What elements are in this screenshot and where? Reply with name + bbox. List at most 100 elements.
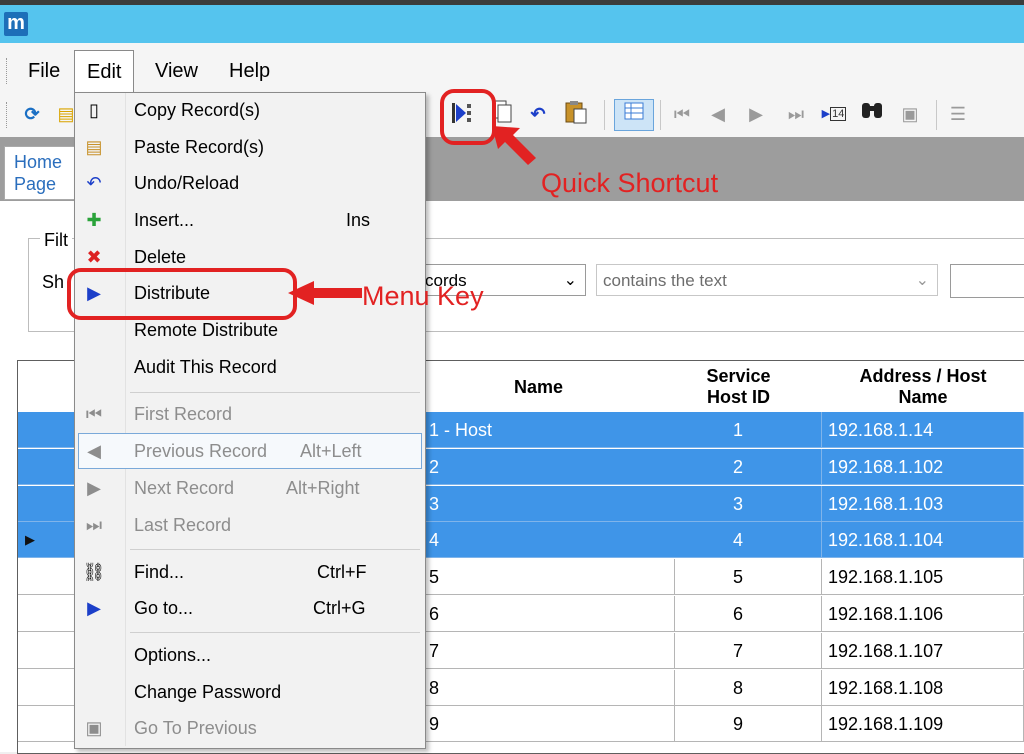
cell-name[interactable]: 7 (423, 632, 675, 669)
last-record-icon: ⏭ (85, 515, 103, 535)
menu-item-shortcut: Ctrl+F (317, 562, 367, 582)
cell-address[interactable]: 192.168.1.105 (822, 559, 1024, 596)
cell-service-host-id[interactable]: 3 (655, 485, 822, 522)
cell-address[interactable]: 192.168.1.102 (822, 448, 1024, 485)
filter-legend: Filt (40, 230, 72, 251)
menu-item-label: Copy Record(s) (134, 100, 261, 120)
cell-service-host-id[interactable]: 7 (655, 632, 822, 669)
cell-name[interactable]: 5 (423, 559, 675, 596)
cell-service-host-id[interactable]: 8 (655, 669, 822, 706)
cell-name[interactable]: 2 (423, 448, 675, 485)
toolbar-separator (660, 100, 661, 130)
menu-separator (130, 632, 420, 633)
title-bar (0, 5, 1024, 43)
menu-item-shortcut: Ctrl+G (313, 598, 366, 618)
filter-value-input[interactable] (950, 264, 1024, 298)
previous-record-icon: ◀ (87, 441, 101, 461)
go-to-icon: ▶ (87, 598, 101, 618)
menu-item-previous-record[interactable]: ◀ Previous Record Alt+Left (75, 433, 423, 469)
chevron-down-icon: ⌄ (915, 272, 929, 289)
cell-service-host-id[interactable]: 2 (655, 448, 822, 485)
menu-item-shortcut: Alt+Left (300, 441, 362, 461)
cell-address[interactable]: 192.168.1.103 (822, 485, 1024, 522)
cell-name[interactable]: 8 (423, 669, 675, 706)
cell-name[interactable]: 6 (423, 596, 675, 632)
column-header-sid-line2: Host ID (707, 387, 770, 407)
cell-address[interactable]: 192.168.1.107 (822, 632, 1024, 669)
menu-item-go-to-previous[interactable]: ▣ Go To Previous (75, 710, 423, 746)
column-header-address-line2: Name (898, 387, 948, 407)
cell-address[interactable]: 192.168.1.106 (822, 596, 1024, 632)
paste-icon[interactable] (562, 99, 590, 129)
app-logo-icon: m (4, 12, 28, 36)
first-record-icon: ⏮ (85, 404, 103, 424)
cell-service-host-id[interactable]: 4 (655, 522, 822, 559)
undo-icon[interactable]: ↶ (524, 99, 552, 129)
first-record-icon[interactable]: ⏮ (668, 99, 696, 129)
cell-name[interactable]: 3 (423, 485, 675, 522)
column-header-name[interactable]: Name (422, 362, 656, 413)
list-view-icon[interactable]: ☰ (944, 99, 972, 129)
cell-name[interactable]: 1 - Host (423, 412, 675, 448)
menu-item-find[interactable]: ⛓ Find... Ctrl+F (75, 554, 423, 590)
menu-item-change-password[interactable]: Change Password (75, 674, 423, 710)
menubar-grip (6, 58, 9, 84)
grid-view-icon[interactable] (614, 99, 654, 131)
menu-item-label: Undo/Reload (134, 173, 240, 193)
cell-address[interactable]: 192.168.1.14 (822, 412, 1024, 448)
menu-item-insert[interactable]: ✚ Insert... Ins (75, 202, 423, 238)
refresh-icon[interactable]: ⟳ (18, 99, 46, 129)
chevron-down-icon: ⌄ (563, 272, 577, 289)
menu-file[interactable]: File (16, 50, 72, 92)
cell-service-host-id[interactable]: 1 (655, 412, 822, 448)
cell-address[interactable]: 192.168.1.108 (822, 669, 1024, 706)
cell-service-host-id[interactable]: 6 (655, 596, 822, 632)
match-type-select[interactable]: contains the text ⌄ (596, 264, 938, 296)
last-record-icon[interactable]: ⏭ (782, 99, 810, 129)
menu-view[interactable]: View (143, 50, 210, 92)
menu-item-undo-reload[interactable]: ↶ Undo/Reload (75, 165, 423, 201)
menu-separator (130, 549, 420, 550)
menu-item-label: Audit This Record (134, 357, 277, 377)
menu-item-highlight-annotation (67, 268, 297, 320)
menu-item-last-record[interactable]: ⏭ Last Record (75, 507, 423, 543)
next-record-icon: ▶ (87, 478, 101, 498)
cell-address[interactable]: 192.168.1.109 (822, 706, 1024, 743)
find-icon[interactable] (858, 99, 886, 129)
match-type-value: contains the text (603, 271, 727, 290)
menu-item-label: Paste Record(s) (134, 137, 265, 157)
menu-item-label: Insert... (134, 210, 195, 230)
undo-icon: ↶ (86, 173, 102, 193)
tab-home-page[interactable]: Home Page (4, 146, 78, 200)
menu-item-label: Options... (134, 645, 212, 665)
menu-item-copy-record-s[interactable]: ▯ Copy Record(s) (75, 92, 423, 128)
cell-service-host-id[interactable]: 5 (655, 559, 822, 596)
menu-item-go-to[interactable]: ▶ Go to... Ctrl+G (75, 590, 423, 626)
cell-service-host-id[interactable]: 9 (655, 706, 822, 743)
cell-address[interactable]: 192.168.1.104 (822, 522, 1024, 559)
go-to-icon[interactable]: ▶ 14 (820, 99, 848, 129)
go-to-previous-icon[interactable]: ▣ (896, 99, 924, 129)
menu-help[interactable]: Help (217, 50, 282, 92)
menu-item-audit-this-record[interactable]: Audit This Record (75, 349, 423, 385)
menu-item-options[interactable]: Options... (75, 637, 423, 673)
menu-item-label: Next Record (134, 478, 235, 498)
menu-edit[interactable]: Edit (74, 50, 135, 93)
menu-item-first-record[interactable]: ⏮ First Record (75, 396, 423, 432)
menu-item-label: Change Password (134, 682, 282, 702)
toolbar-separator (936, 100, 937, 130)
tab-home-label-line2: Page (14, 174, 57, 194)
menu-item-paste-record-s[interactable]: ▤ Paste Record(s) (75, 129, 423, 165)
toolbar-grip (6, 102, 9, 128)
cell-name[interactable]: 4 (423, 522, 675, 559)
column-header-address[interactable]: Address / Host Name (822, 362, 1024, 413)
column-header-address-line1: Address / Host (859, 366, 987, 386)
next-record-icon[interactable]: ▶ (742, 99, 770, 129)
paste-icon: ▤ (85, 137, 103, 157)
cell-name[interactable]: 9 (423, 706, 675, 743)
menu-item-next-record[interactable]: ▶ Next Record Alt+Right (75, 470, 423, 506)
column-header-service-host-id[interactable]: Service Host ID (655, 362, 823, 413)
previous-record-icon[interactable]: ◀ (704, 99, 732, 129)
menu-item-label: Find... (134, 562, 185, 582)
menu-item-label: First Record (134, 404, 233, 424)
